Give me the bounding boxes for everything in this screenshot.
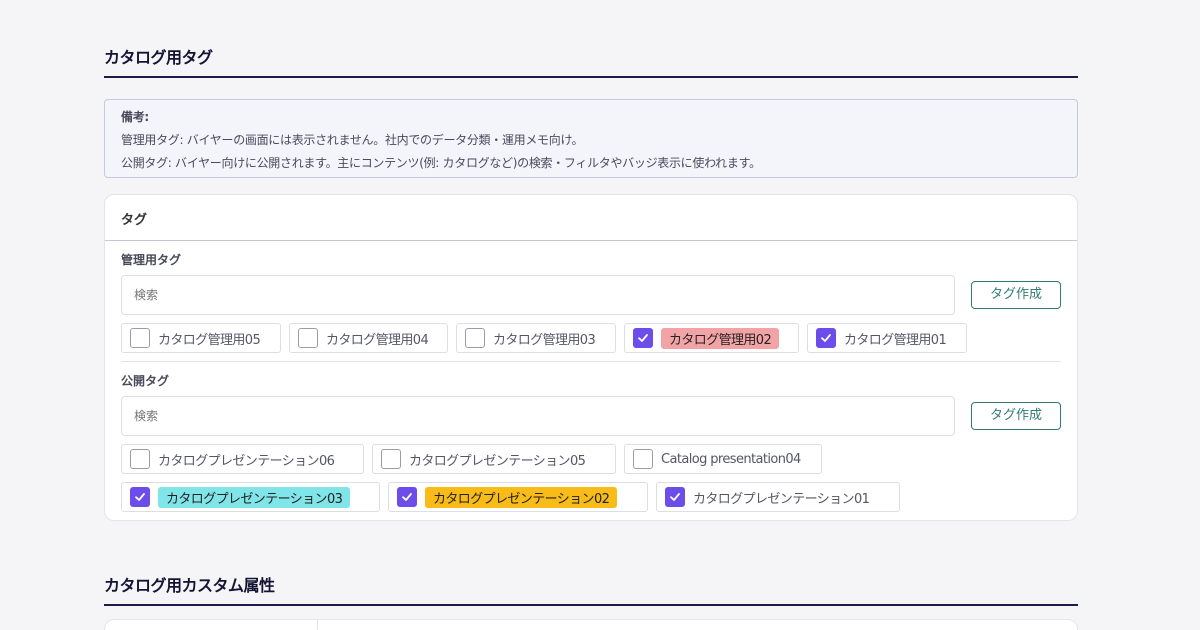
checkbox-checked[interactable] xyxy=(665,487,685,507)
tags-card: タグ 管理用タグ タグ作成 カタログ管理用05 カタログ管理用04 カタログ管理… xyxy=(104,194,1078,521)
column-divider xyxy=(317,620,318,630)
management-tags-label: 管理用タグ xyxy=(121,253,182,267)
remarks-title: 備考: xyxy=(121,110,149,124)
public-tag-chip[interactable]: カタログプレゼンテーション01 xyxy=(656,482,900,512)
check-icon xyxy=(638,334,648,342)
checkbox-checked[interactable] xyxy=(633,328,653,348)
checkbox[interactable] xyxy=(381,449,401,469)
catalog-tags-section-title: カタログ用タグ xyxy=(104,44,1078,78)
checkbox[interactable] xyxy=(130,328,150,348)
tag-label: カタログプレゼンテーション06 xyxy=(158,453,335,469)
tag-label-highlighted: カタログプレゼンテーション02 xyxy=(425,486,618,508)
checkbox-checked[interactable] xyxy=(130,487,150,507)
tag-label: カタログプレゼンテーション01 xyxy=(693,491,870,507)
public-tag-chip[interactable]: カタログプレゼンテーション03 xyxy=(121,482,380,512)
check-icon xyxy=(135,493,145,501)
remarks-public-tag-text: 公開タグ: バイヤー向けに公開されます。主にコンテンツ(例: カタログなど)の検… xyxy=(121,156,761,170)
management-create-tag-button[interactable]: タグ作成 xyxy=(971,281,1061,309)
tag-label: カタログプレゼンテーション05 xyxy=(409,453,586,469)
checkbox[interactable] xyxy=(465,328,485,348)
remarks-management-tag-text: 管理用タグ: バイヤーの画面には表示されません。社内でのデータ分類・運用メモ向け… xyxy=(121,133,584,147)
public-tag-search-input[interactable] xyxy=(121,396,955,436)
public-tag-chip[interactable]: Catalog presentation04 xyxy=(624,444,822,474)
tags-card-header: タグ xyxy=(105,195,1077,241)
catalog-custom-attributes-section-title: カタログ用カスタム属性 xyxy=(104,572,1078,606)
public-tag-chip[interactable]: カタログプレゼンテーション02 xyxy=(388,482,648,512)
check-icon xyxy=(670,493,680,501)
management-tag-chip[interactable]: カタログ管理用03 xyxy=(456,323,616,353)
tag-label: カタログ管理用03 xyxy=(493,332,596,348)
management-tag-chip[interactable]: カタログ管理用01 xyxy=(807,323,967,353)
management-tag-search-input[interactable] xyxy=(121,275,955,315)
public-tags-label: 公開タグ xyxy=(121,374,170,388)
tag-label-highlighted: カタログプレゼンテーション03 xyxy=(158,486,351,508)
checkbox-checked[interactable] xyxy=(816,328,836,348)
custom-attributes-card xyxy=(104,619,1078,630)
group-divider xyxy=(121,361,1061,362)
public-create-tag-button[interactable]: タグ作成 xyxy=(971,402,1061,430)
check-icon xyxy=(402,493,412,501)
tag-label-highlighted: カタログ管理用02 xyxy=(661,327,780,349)
remarks-box: 備考: 管理用タグ: バイヤーの画面には表示されません。社内でのデータ分類・運用… xyxy=(104,99,1078,178)
management-tag-chip[interactable]: カタログ管理用02 xyxy=(624,323,799,353)
public-tag-chip[interactable]: カタログプレゼンテーション06 xyxy=(121,444,364,474)
checkbox[interactable] xyxy=(298,328,318,348)
checkbox[interactable] xyxy=(130,449,150,469)
tag-label: カタログ管理用04 xyxy=(326,332,429,348)
checkbox[interactable] xyxy=(633,449,653,469)
management-tag-chip[interactable]: カタログ管理用04 xyxy=(289,323,448,353)
checkbox-checked[interactable] xyxy=(397,487,417,507)
tag-label: カタログ管理用01 xyxy=(844,332,947,348)
public-tag-chip[interactable]: カタログプレゼンテーション05 xyxy=(372,444,616,474)
management-tag-chip[interactable]: カタログ管理用05 xyxy=(121,323,281,353)
check-icon xyxy=(821,334,831,342)
tag-label: Catalog presentation04 xyxy=(661,451,801,467)
tag-label: カタログ管理用05 xyxy=(158,332,261,348)
